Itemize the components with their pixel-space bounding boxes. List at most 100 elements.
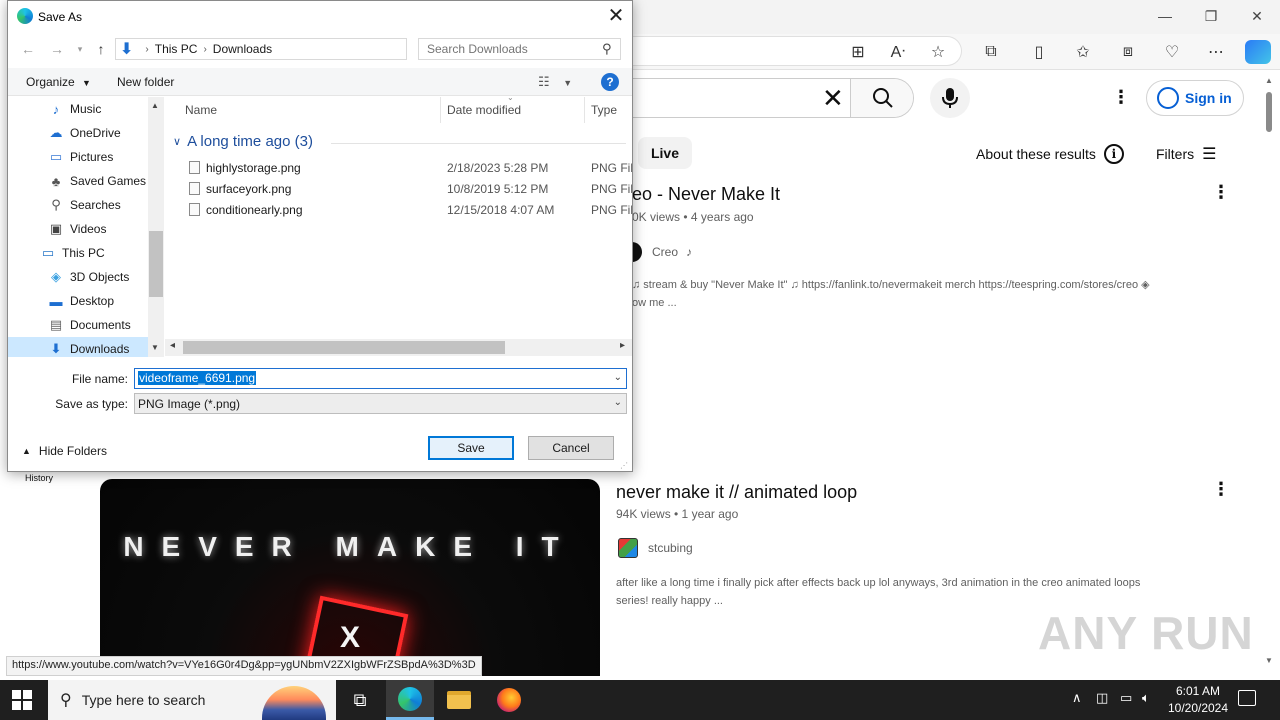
scrollbar-thumb[interactable] — [1266, 92, 1272, 132]
device-icon[interactable]: ◫ — [1096, 690, 1108, 706]
file-list-horizontal-scrollbar[interactable]: ◂ ▸ — [165, 339, 632, 356]
nav-item-3d-objects[interactable]: ◈ 3D Objects — [8, 265, 148, 289]
copilot-icon[interactable] — [1245, 40, 1271, 64]
scrollbar-thumb[interactable] — [149, 231, 163, 297]
save-type-select[interactable]: PNG Image (*.png) ⌄ — [134, 393, 627, 414]
read-aloud-icon[interactable]: Aᐧ — [885, 40, 911, 64]
result-channel[interactable]: stcubing — [618, 538, 693, 558]
settings-kebab-icon[interactable]: ⋮ — [1112, 88, 1130, 106]
volume-icon[interactable]: 🔈︎ — [1142, 690, 1150, 706]
favorites-icon[interactable]: ✩ — [1070, 40, 1096, 64]
save-button[interactable]: Save — [428, 436, 514, 460]
split-screen-icon[interactable]: ▯ — [1026, 40, 1052, 64]
browser-essentials-icon[interactable]: ♡ — [1159, 40, 1185, 64]
column-header-name[interactable]: Name — [165, 97, 441, 123]
result-menu-icon[interactable]: ⋮ — [1212, 183, 1230, 201]
result-menu-icon[interactable]: ⋮ — [1212, 480, 1230, 498]
file-row[interactable]: conditionearly.png 12/15/2018 4:07 AM PN… — [165, 199, 632, 220]
file-row[interactable]: highlystorage.png 2/18/2023 5:28 PM PNG … — [165, 157, 632, 178]
dialog-titlebar[interactable]: Save As ✕ — [8, 1, 632, 32]
search-input[interactable] — [419, 39, 589, 59]
scroll-up-arrow-icon[interactable]: ▲ — [1265, 76, 1273, 85]
clear-search-icon[interactable]: ✕ — [822, 85, 844, 111]
address-bar[interactable] — [632, 36, 962, 66]
minimize-icon[interactable]: — — [1142, 0, 1188, 32]
chevron-down-icon[interactable]: ⌄ — [614, 372, 622, 383]
scroll-down-arrow-icon[interactable]: ▼ — [151, 343, 159, 352]
nav-item-saved-games[interactable]: ♣ Saved Games — [8, 169, 148, 193]
channel-avatar[interactable] — [618, 538, 638, 558]
taskbar-edge-button[interactable] — [386, 680, 434, 720]
result-title[interactable]: eo - Never Make It — [632, 184, 780, 205]
back-arrow-icon[interactable]: ← — [18, 39, 38, 59]
group-header[interactable]: ∨ A long time ago (3) — [173, 133, 313, 150]
sign-in-button[interactable]: Sign in — [1146, 80, 1244, 116]
resize-grip-icon[interactable]: ⋰ — [620, 461, 628, 470]
breadcrumb-chevron-icon[interactable]: › — [203, 44, 206, 55]
close-icon[interactable]: ✕ — [604, 5, 628, 27]
about-results-link[interactable]: About these results i — [976, 144, 1124, 164]
breadcrumb[interactable]: ⬇ › This PC › Downloads ▼ ↻ — [115, 38, 507, 60]
breadcrumb-chevron-icon[interactable]: › — [145, 44, 148, 55]
show-hidden-icons-chevron-icon[interactable]: ∧ — [1072, 690, 1082, 706]
favorite-star-icon[interactable]: ☆ — [925, 40, 951, 64]
filters-button[interactable]: Filters ☰ — [1156, 144, 1217, 164]
youtube-search-bar[interactable]: ✕ — [632, 78, 914, 118]
video-thumbnail[interactable]: NEVER MAKE IT X — [100, 479, 600, 676]
scroll-down-arrow-icon[interactable]: ▼ — [1265, 656, 1273, 665]
taskbar-file-explorer-button[interactable] — [435, 680, 483, 720]
organize-menu[interactable]: Organize ▼ — [26, 75, 91, 89]
file-name-value[interactable]: videoframe_6691.png — [138, 371, 257, 385]
nav-item-videos[interactable]: ▣ Videos — [8, 217, 148, 241]
scrollbar-thumb[interactable] — [183, 341, 505, 354]
new-folder-button[interactable]: New folder — [117, 75, 174, 89]
restore-icon[interactable]: ❐ — [1188, 0, 1234, 32]
cancel-button[interactable]: Cancel — [528, 436, 614, 460]
nav-item-searches[interactable]: ⚲ Searches — [8, 193, 148, 217]
search-downloads-box[interactable]: ⚲ — [418, 38, 621, 60]
scroll-up-arrow-icon[interactable]: ▲ — [151, 101, 159, 110]
file-name-field[interactable]: videoframe_6691.png ⌄ — [134, 368, 627, 389]
result-title[interactable]: never make it // animated loop — [616, 482, 857, 503]
view-options-icon[interactable]: ☷ ▼ — [538, 74, 572, 90]
forward-arrow-icon[interactable]: → — [47, 39, 67, 59]
channel-name[interactable]: Creo — [652, 245, 678, 259]
live-filter-chip[interactable]: Live — [638, 137, 692, 169]
breadcrumb-downloads[interactable]: Downloads — [213, 42, 272, 56]
nav-item-music[interactable]: ♪ Music — [8, 97, 148, 121]
nav-item-this-pc[interactable]: ▭ This PC — [8, 241, 148, 265]
task-view-icon[interactable]: ⧉ — [336, 680, 384, 720]
hide-folders-button[interactable]: ▲ Hide Folders — [22, 444, 107, 458]
network-icon[interactable]: ▭ — [1120, 690, 1132, 706]
windows-start-icon[interactable] — [12, 690, 32, 710]
file-row[interactable]: surfaceyork.png 10/8/2019 5:12 PM PNG Fi… — [165, 178, 632, 199]
breadcrumb-this-pc[interactable]: This PC — [155, 42, 198, 56]
taskbar-search-box[interactable]: ⚲ Type here to search — [48, 680, 336, 720]
collections-icon[interactable]: ⧈ — [1115, 40, 1141, 64]
system-clock[interactable]: 6:01 AM 10/20/2024 — [1160, 683, 1236, 717]
column-header-date[interactable]: Date modified ⌄ — [441, 97, 585, 123]
nav-item-downloads[interactable]: ⬇ Downloads — [8, 337, 148, 357]
app-available-icon[interactable]: ⊞ — [845, 40, 871, 64]
nav-item-pictures[interactable]: ▭ Pictures — [8, 145, 148, 169]
recent-locations-chevron-icon[interactable]: ▾ — [70, 39, 90, 59]
history-label[interactable]: History — [25, 473, 53, 483]
scroll-right-arrow-icon[interactable]: ▸ — [620, 340, 625, 351]
help-icon[interactable]: ? — [601, 73, 619, 91]
notifications-icon[interactable] — [1238, 690, 1256, 706]
nav-item-onedrive[interactable]: ☁ OneDrive — [8, 121, 148, 145]
window-close-icon[interactable]: ✕ — [1234, 0, 1280, 32]
column-header-type[interactable]: Type — [585, 97, 632, 123]
nav-item-documents[interactable]: ▤ Documents — [8, 313, 148, 337]
nav-item-desktop[interactable]: ▬ Desktop — [8, 289, 148, 313]
navigation-scrollbar[interactable]: ▲ ▼ — [148, 97, 164, 357]
chevron-down-icon[interactable]: ⌄ — [614, 397, 622, 408]
search-button[interactable] — [851, 79, 913, 117]
up-arrow-icon[interactable]: ↑ — [91, 39, 111, 59]
channel-name[interactable]: stcubing — [648, 541, 693, 555]
extensions-icon[interactable]: ⧉ — [978, 40, 1004, 64]
page-scrollbar[interactable]: ▲ ▼ — [1262, 70, 1280, 678]
taskbar-firefox-button[interactable] — [485, 680, 533, 720]
settings-more-icon[interactable]: ⋯ — [1203, 40, 1229, 64]
scroll-left-arrow-icon[interactable]: ◂ — [170, 340, 175, 351]
